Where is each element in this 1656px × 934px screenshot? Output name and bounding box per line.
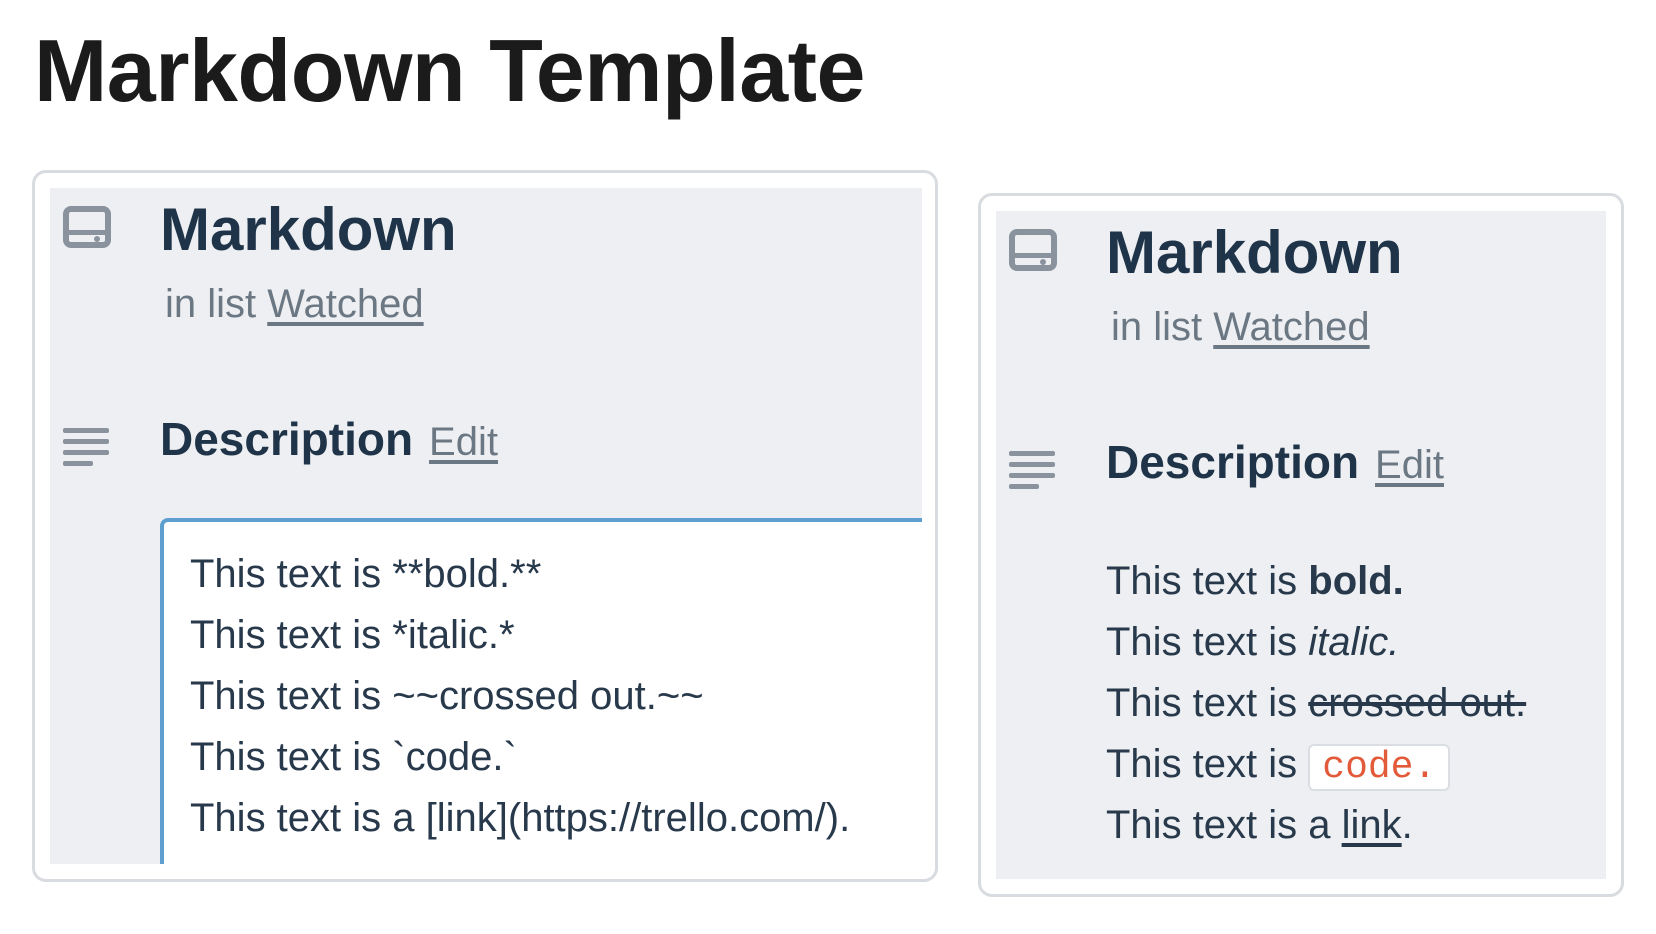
card-title[interactable]: Markdown xyxy=(1106,217,1403,289)
edit-description-link[interactable]: Edit xyxy=(429,420,498,464)
editor-line: This text is *italic.* xyxy=(190,613,515,657)
description-editor[interactable]: This text is **bold.** This text is *ita… xyxy=(160,518,922,864)
italic-text: italic. xyxy=(1308,620,1400,664)
list-link-watched[interactable]: Watched xyxy=(267,282,423,326)
card-panel: Markdown in list Watched Description Edit… xyxy=(996,211,1606,879)
line-prefix: This text is xyxy=(1106,559,1309,603)
page-title: Markdown Template xyxy=(34,21,865,120)
list-link-watched[interactable]: Watched xyxy=(1213,305,1369,349)
inline-code: code. xyxy=(1308,744,1451,791)
rendered-line-link: This text is a link. xyxy=(1106,795,1526,856)
editor-line: This text is **bold.** xyxy=(190,552,542,596)
card-icon xyxy=(1009,229,1057,271)
card-panel: Markdown in list Watched Description Edit… xyxy=(50,188,922,864)
list-prefix: in list xyxy=(165,282,257,326)
description-label: Description xyxy=(160,413,414,465)
rendered-line-strike: This text is crossed out. xyxy=(1106,673,1526,734)
editor-line: This text is a [link](https://trello.com… xyxy=(190,796,851,840)
bold-text: bold. xyxy=(1308,559,1404,603)
editor-line: This text is `code.` xyxy=(190,735,517,779)
description-header: Description Edit xyxy=(1106,435,1444,490)
line-prefix: This text is xyxy=(1106,620,1309,664)
line-suffix: . xyxy=(1401,803,1413,847)
card-rendered-view: Markdown in list Watched Description Edit… xyxy=(978,193,1624,897)
list-prefix: in list xyxy=(1111,305,1203,349)
list-info: in list Watched xyxy=(165,280,424,328)
description-lines-icon xyxy=(1009,451,1057,495)
list-info: in list Watched xyxy=(1111,303,1370,351)
description-lines-icon xyxy=(63,428,111,472)
description-header: Description Edit xyxy=(160,412,498,467)
rendered-line-bold: This text is bold. xyxy=(1106,551,1526,612)
editor-line: This text is ~~crossed out.~~ xyxy=(190,674,704,718)
card-editing-view: Markdown in list Watched Description Edit… xyxy=(32,170,938,882)
rendered-line-italic: This text is italic. xyxy=(1106,612,1526,673)
strikethrough-text: crossed out. xyxy=(1308,681,1527,725)
rendered-link[interactable]: link xyxy=(1342,803,1402,847)
line-prefix: This text is a xyxy=(1106,803,1342,847)
line-prefix: This text is xyxy=(1106,742,1309,786)
rendered-description: This text is bold. This text is italic. … xyxy=(1106,551,1526,856)
rendered-line-code: This text is code. xyxy=(1106,734,1526,795)
edit-description-link[interactable]: Edit xyxy=(1375,443,1444,487)
line-prefix: This text is xyxy=(1106,681,1309,725)
card-title[interactable]: Markdown xyxy=(160,194,457,266)
card-icon xyxy=(63,206,111,248)
description-label: Description xyxy=(1106,436,1360,488)
